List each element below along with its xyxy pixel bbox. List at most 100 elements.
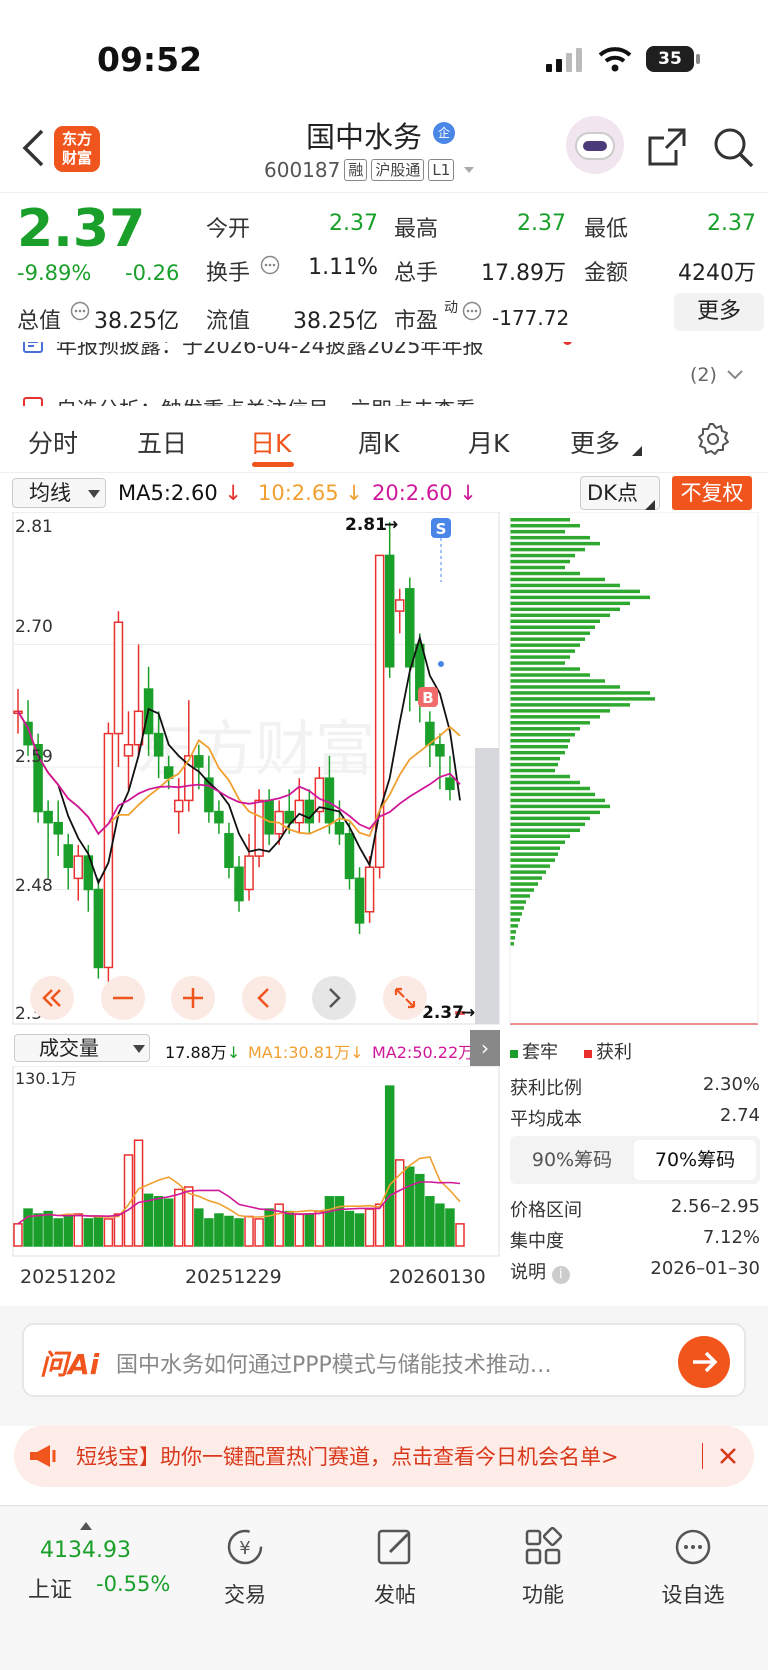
chip-bar: [510, 733, 575, 737]
candle-body: [214, 810, 224, 824]
corner-triangle-icon: [645, 500, 655, 510]
more-button[interactable]: 更多: [674, 293, 764, 331]
chip-bar: [510, 852, 558, 856]
volume-bar: [304, 1213, 315, 1247]
change-value: -0.26: [125, 261, 180, 285]
chip-bar: [510, 697, 655, 701]
volume-select[interactable]: 成交量: [14, 1034, 150, 1062]
buy-signal-label: B: [422, 689, 433, 707]
next-button[interactable]: [312, 976, 356, 1020]
grid-icon: [525, 1526, 563, 1565]
chip-bar: [510, 518, 570, 522]
nav-functions[interactable]: 功能: [488, 1526, 598, 1609]
candle-body: [73, 855, 84, 880]
kline-chart[interactable]: 东方财富 2.81 2.70 2.59 2.48 2.37 2.81 → 2.3…: [0, 512, 768, 1032]
chip-bar: [510, 858, 555, 862]
chip-tabs: 90%筹码 70%筹码: [510, 1136, 760, 1184]
promo-banner[interactable]: 短线宝】助你一键配置热门赛道，点击查看今日机会名单>: [14, 1425, 754, 1487]
back-arrow-icon[interactable]: [20, 128, 46, 168]
prev-button[interactable]: [242, 976, 286, 1020]
collapse-arrow-icon[interactable]: ›: [470, 1030, 500, 1066]
candle-body: [194, 755, 204, 768]
chip-bar: [510, 942, 514, 946]
chip-bar: [510, 571, 580, 576]
ma10-value: 10:2.65 ↓: [258, 481, 363, 505]
concentration-label: 集中度: [510, 1231, 564, 1252]
gear-icon[interactable]: [696, 422, 730, 456]
info-icon[interactable]: i: [551, 1266, 570, 1284]
volume-bar: [234, 1218, 244, 1247]
price-range-value: 2.56–2.95: [670, 1196, 760, 1217]
info-dots-icon[interactable]: [70, 301, 90, 321]
volume-bar: [93, 1215, 104, 1247]
tab-more[interactable]: 更多: [570, 424, 620, 460]
chip-bar: [510, 649, 575, 653]
nav-post[interactable]: 发帖: [340, 1526, 450, 1609]
info-dots-icon[interactable]: [462, 301, 482, 321]
tab-daily-k[interactable]: 日K: [250, 424, 291, 460]
info-dots-icon[interactable]: [260, 255, 280, 275]
tab-intraday[interactable]: 分时: [28, 424, 78, 460]
expand-button[interactable]: [383, 976, 427, 1020]
y-tick-2: 2.70: [15, 617, 53, 637]
ai-send-button[interactable]: [678, 1336, 730, 1388]
candle-body: [93, 888, 104, 969]
chip-legend: 套牢 获利: [510, 1038, 760, 1064]
price-adjust-button[interactable]: 不复权: [672, 476, 752, 510]
chip-bar: [510, 762, 558, 767]
tab-five-day[interactable]: 五日: [137, 424, 187, 460]
candle-body: [264, 799, 274, 835]
index-value[interactable]: 4134.93: [40, 1538, 131, 1563]
ma-legend-row: 均线 MA5:2.60 ↓ 10:2.65 ↓ 20:2.60 ↓ DK点 不复…: [0, 476, 768, 512]
chip-bar: [510, 541, 600, 546]
tab-weekly-k[interactable]: 周K: [358, 424, 399, 460]
volume-bar: [23, 1208, 33, 1247]
chip-bar: [510, 870, 546, 874]
candle-body: [384, 554, 395, 668]
ma5-text: MA5:2.60: [118, 481, 218, 505]
candle-body: [234, 866, 244, 902]
nav-add-watchlist[interactable]: 设自选: [638, 1526, 748, 1609]
nav-trade[interactable]: ¥ 交易: [190, 1526, 300, 1609]
active-tab-indicator: [252, 462, 294, 467]
note-date: 2026–01–30: [650, 1258, 760, 1279]
volume-bar: [173, 1188, 184, 1247]
close-icon[interactable]: [718, 1446, 738, 1466]
ma10-text: 10:2.65: [258, 481, 339, 505]
chevron-down-icon: [727, 370, 743, 380]
legend-trap-swatch: [510, 1050, 518, 1058]
chip-bar: [510, 523, 580, 528]
tab-chip-70[interactable]: 70%筹码: [634, 1140, 756, 1180]
search-icon[interactable]: [712, 126, 754, 168]
volume-value: 17.89万: [481, 261, 566, 286]
nav-trade-label: 交易: [224, 1583, 266, 1607]
chip-bar: [510, 715, 600, 719]
chip-bar: [510, 756, 560, 761]
ma20-text: 20:2.60: [372, 481, 453, 505]
volume-bar: [53, 1218, 63, 1247]
eastmoney-logo: 东方 财富: [54, 126, 100, 172]
notice-strip[interactable]: 年报预披露：于2026-04-24披露2025年年报 (2) 自选分析：触发重点…: [0, 342, 768, 406]
x-label-2: 20251229: [185, 1266, 282, 1288]
turnover-value: 1.11%: [308, 255, 378, 280]
index-name[interactable]: 上证: [28, 1572, 72, 1604]
tab-chip-90[interactable]: 90%筹码: [514, 1140, 630, 1180]
chip-bar: [510, 619, 600, 623]
candle-body: [173, 799, 184, 813]
share-icon[interactable]: [646, 126, 688, 168]
volume-latest: 17.88万↓: [165, 1039, 240, 1063]
volume-bar: [194, 1208, 204, 1247]
volume-bar: [455, 1223, 465, 1247]
volume-ma1: MA1:30.81万↓: [248, 1039, 364, 1063]
chip-bar: [510, 565, 565, 570]
ai-question-text: 国中水务如何通过PPP模式与储能技术推动…: [116, 1353, 552, 1378]
avg-cost-value: 2.74: [719, 1105, 760, 1126]
high-value: 2.37: [517, 211, 566, 236]
ai-question-bar[interactable]: 问Ai 国中水务如何通过PPP模式与储能技术推动…: [22, 1323, 746, 1397]
open-label: 今开: [206, 217, 251, 242]
tab-monthly-k[interactable]: 月K: [468, 424, 509, 460]
candle-body: [63, 844, 73, 868]
stock-code-row[interactable]: 600187 融 沪股通 L1: [264, 158, 480, 182]
legend-trap: 套牢: [510, 1038, 558, 1064]
robot-avatar-icon[interactable]: [566, 116, 624, 174]
